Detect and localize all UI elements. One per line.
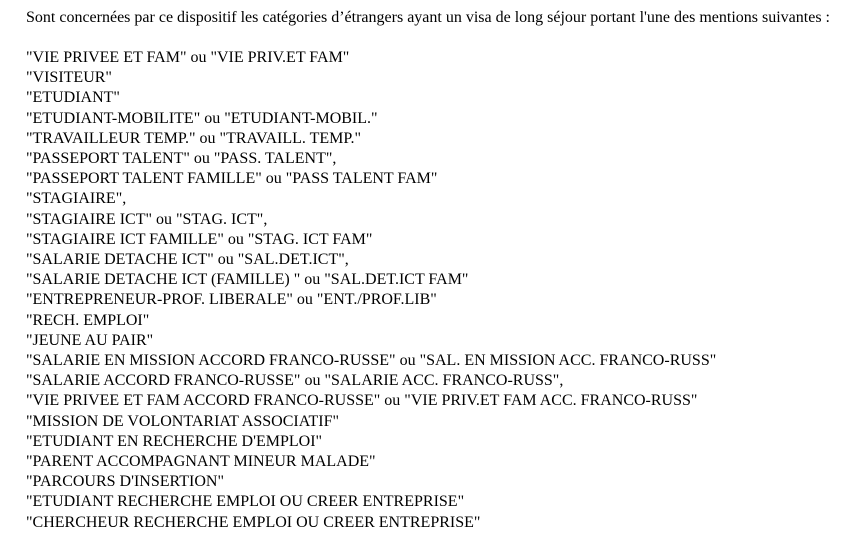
mention-item: "SALARIE DETACHE ICT (FAMILLE) " ou "SAL… (26, 271, 469, 289)
mention-item: "RECH. EMPLOI" (26, 311, 150, 329)
mention-item: "STAGIAIRE ICT" ou "STAG. ICT", (26, 210, 268, 228)
mention-item: "VISITEUR" (26, 69, 112, 87)
mention-item: "PASSEPORT TALENT" ou "PASS. TALENT", (26, 150, 337, 168)
mention-item: "ETUDIANT" (26, 89, 120, 107)
mention-item: "SALARIE ACCORD FRANCO-RUSSE" ou "SALARI… (26, 372, 564, 390)
mention-item: "PARENT ACCOMPAGNANT MINEUR MALADE" (26, 453, 376, 471)
mention-item: "ENTREPRENEUR-PROF. LIBERALE" ou "ENT./P… (26, 291, 437, 309)
mention-item: "SALARIE EN MISSION ACCORD FRANCO-RUSSE"… (26, 352, 717, 370)
document-page: Sont concernées par ce dispositif les ca… (0, 0, 854, 558)
mention-item: "VIE PRIVEE ET FAM" ou "VIE PRIV.ET FAM" (26, 49, 350, 66)
mention-item: "ETUDIANT EN RECHERCHE D'EMPLOI" (26, 432, 323, 450)
mention-item: "VIE PRIVEE ET FAM ACCORD FRANCO-RUSSE" … (26, 392, 698, 410)
intro-paragraph: Sont concernées par ce dispositif les ca… (26, 9, 830, 26)
mention-item: "CHERCHEUR RECHERCHE EMPLOI OU CREER ENT… (26, 513, 481, 531)
mention-item: "ETUDIANT-MOBILITE" ou "ETUDIANT-MOBIL." (26, 109, 378, 127)
mention-item: "SALARIE DETACHE ICT" ou "SAL.DET.ICT", (26, 251, 349, 269)
mention-item: "JEUNE AU PAIR" (26, 331, 154, 349)
mention-item: "TRAVAILLEUR TEMP." ou "TRAVAILL. TEMP." (26, 129, 362, 147)
mention-item: "STAGIAIRE ICT FAMILLE" ou "STAG. ICT FA… (26, 230, 373, 248)
mention-item: "PASSEPORT TALENT FAMILLE" ou "PASS TALE… (26, 170, 438, 188)
mention-item: "MISSION DE VOLONTARIAT ASSOCIATIF" (26, 412, 339, 430)
mention-item: "PARCOURS D'INSERTION" (26, 473, 224, 491)
mention-item: "ETUDIANT RECHERCHE EMPLOI OU CREER ENTR… (26, 493, 465, 511)
mention-item: "STAGIAIRE", (26, 190, 127, 208)
mention-list: "VIE PRIVEE ET FAM" ou "VIE PRIV.ET FAM"… (26, 48, 854, 533)
